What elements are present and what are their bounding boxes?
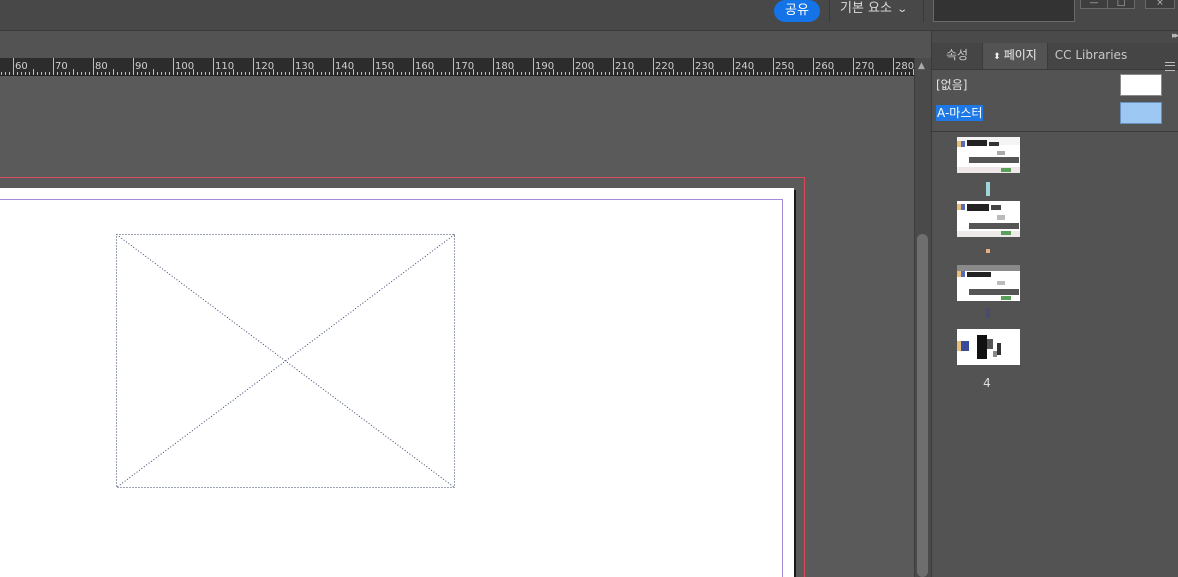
close-window-icon[interactable]: × bbox=[1145, 0, 1175, 9]
share-button[interactable]: 공유 bbox=[774, 0, 820, 22]
ruler-label: 270 bbox=[855, 61, 874, 72]
maximize-window-icon[interactable]: □ bbox=[1107, 0, 1135, 9]
horizontal-ruler[interactable]: 60 70 80 90 100 110 120 130 140 150 160 170 180 190 20… bbox=[0, 58, 914, 76]
scrollbar-thumb[interactable] bbox=[917, 234, 928, 577]
master-thumbnail[interactable] bbox=[1120, 102, 1162, 124]
ruler-label: 120 bbox=[255, 61, 274, 72]
ruler-label: 190 bbox=[535, 61, 554, 72]
ruler-label: 110 bbox=[215, 61, 234, 72]
ruler-label: 200 bbox=[575, 61, 594, 72]
ruler-label: 90 bbox=[135, 61, 148, 72]
page-thumbnail-1[interactable] bbox=[957, 137, 1020, 173]
ruler-label: 180 bbox=[495, 61, 514, 72]
page-connector bbox=[986, 308, 990, 318]
tab-label: CC Libraries bbox=[1054, 48, 1128, 62]
page-connector bbox=[986, 182, 990, 196]
page-preview bbox=[957, 204, 1020, 237]
master-item-a[interactable]: A-마스터 bbox=[932, 101, 1178, 125]
control-bar-area bbox=[0, 31, 914, 58]
ruler-label: 150 bbox=[375, 61, 394, 72]
master-item-none[interactable]: [없음] bbox=[932, 73, 1178, 97]
panel-tabs: 속성 ⬍ 페이지 CC Libraries bbox=[932, 43, 1178, 71]
page-connector bbox=[986, 249, 990, 253]
ruler-label: 210 bbox=[615, 61, 634, 72]
ruler-label: 220 bbox=[655, 61, 674, 72]
panel-header-strip: ▸▸ bbox=[932, 31, 1178, 43]
double-chevron-right-icon[interactable]: ▸▸ bbox=[1172, 31, 1178, 41]
hamburger-icon[interactable] bbox=[1165, 62, 1175, 71]
ruler-label: 240 bbox=[735, 61, 754, 72]
master-label: A-마스터 bbox=[936, 105, 984, 121]
ruler-scale: 60 70 80 90 100 110 120 130 140 150 160 170 180 190 20… bbox=[1, 58, 914, 75]
toolbar-divider bbox=[923, 0, 924, 22]
ruler-label: 130 bbox=[295, 61, 314, 72]
master-label: [없음] bbox=[936, 78, 968, 92]
search-input[interactable] bbox=[933, 0, 1075, 22]
page-thumbnail-4[interactable] bbox=[957, 329, 1020, 365]
page-preview bbox=[957, 137, 1020, 173]
page-preview bbox=[957, 335, 1001, 359]
toolbar-divider bbox=[829, 0, 830, 22]
tab-label: 페이지 bbox=[1003, 48, 1037, 62]
page-thumbnail-3[interactable] bbox=[957, 265, 1020, 301]
master-thumbnail[interactable] bbox=[1120, 74, 1162, 96]
ruler-label: 280 bbox=[895, 61, 914, 72]
tab-pages[interactable]: ⬍ 페이지 bbox=[982, 43, 1048, 69]
chevron-down-icon: ⌄ bbox=[896, 4, 909, 15]
tab-label: 속성 bbox=[945, 48, 969, 62]
app-toolbar: 공유 기본 요소 ⌄ — □ × bbox=[0, 0, 1178, 31]
triangle-up-icon[interactable]: ▲ bbox=[918, 61, 925, 71]
ruler-label: 250 bbox=[775, 61, 794, 72]
empty-graphics-frame[interactable] bbox=[116, 234, 456, 490]
ruler-label: 170 bbox=[455, 61, 474, 72]
ruler-label: 60 bbox=[15, 61, 28, 72]
vertical-scrollbar[interactable]: ▲ bbox=[914, 58, 931, 577]
pages-panel: ▸▸ 속성 ⬍ 페이지 CC Libraries [없음] A-마스터 4 bbox=[931, 31, 1178, 577]
ruler-label: 70 bbox=[55, 61, 68, 72]
ruler-label: 260 bbox=[815, 61, 834, 72]
page-preview bbox=[957, 265, 1020, 300]
panel-divider bbox=[932, 131, 1178, 132]
ruler-label: 80 bbox=[95, 61, 108, 72]
workspace-switcher[interactable]: 기본 요소 ⌄ bbox=[840, 0, 909, 20]
minimize-window-icon[interactable]: — bbox=[1080, 0, 1108, 9]
ruler-label: 230 bbox=[695, 61, 714, 72]
ruler-label: 140 bbox=[335, 61, 354, 72]
tab-cc-libraries[interactable]: CC Libraries bbox=[1048, 43, 1134, 69]
workspace-label: 기본 요소 bbox=[840, 1, 892, 16]
ruler-label: 160 bbox=[415, 61, 434, 72]
tab-properties[interactable]: 속성 bbox=[932, 43, 982, 69]
page-number-label: 4 bbox=[983, 376, 991, 390]
ruler-label: 100 bbox=[175, 61, 194, 72]
page-thumbnail-2[interactable] bbox=[957, 201, 1020, 237]
reorder-arrows-icon: ⬍ bbox=[993, 52, 1001, 62]
